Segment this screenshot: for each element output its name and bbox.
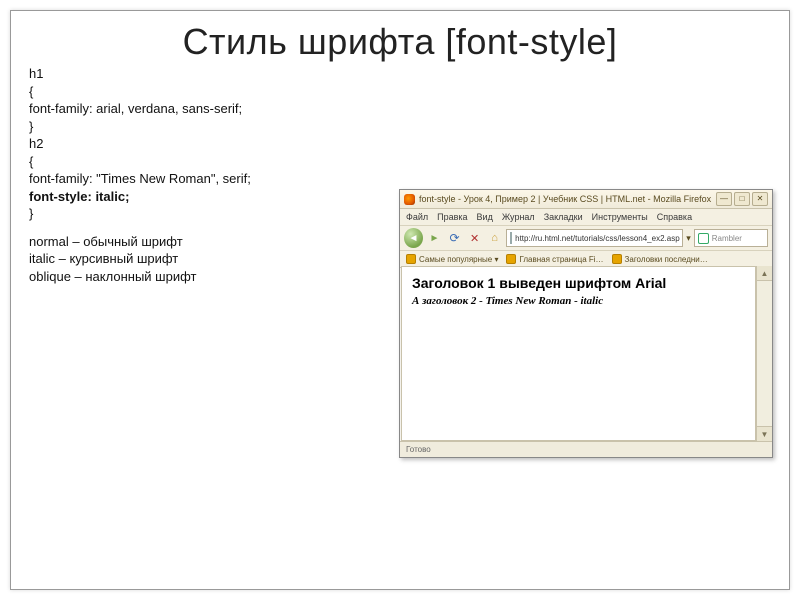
rendered-h1: Заголовок 1 выведен шрифтом Arial xyxy=(412,275,745,291)
menu-view[interactable]: Вид xyxy=(477,212,493,222)
search-box[interactable]: Rambler xyxy=(694,229,768,247)
slide-title: Стиль шрифта [font-style] xyxy=(11,21,789,63)
scroll-down-icon[interactable]: ▼ xyxy=(757,426,772,441)
bookmark-home[interactable]: Главная страница Fi… xyxy=(506,254,603,264)
search-engine-icon xyxy=(698,233,709,244)
code-line-bold: font-style: italic; xyxy=(29,189,129,204)
menu-edit[interactable]: Правка xyxy=(437,212,467,222)
page-icon xyxy=(510,232,512,244)
menubar: Файл Правка Вид Журнал Закладки Инструме… xyxy=(400,209,772,226)
statusbar: Готово xyxy=(400,441,772,457)
window-title: font-style - Урок 4, Пример 2 | Учебник … xyxy=(419,194,716,204)
browser-window: font-style - Урок 4, Пример 2 | Учебник … xyxy=(399,189,773,458)
menu-history[interactable]: Журнал xyxy=(502,212,535,222)
toolbar: ◄ ► ⟳ ✕ ⌂ http://ru.html.net/tutorials/c… xyxy=(400,226,772,251)
status-text: Готово xyxy=(406,445,431,454)
code-line: font-family: "Times New Roman", serif; xyxy=(29,171,251,186)
vertical-scrollbar[interactable]: ▲ ▼ xyxy=(756,266,772,441)
code-line: font-family: arial, verdana, sans-serif; xyxy=(29,101,242,116)
bookmark-popular[interactable]: Самые популярные ▾ xyxy=(406,254,498,264)
menu-tools[interactable]: Инструменты xyxy=(592,212,648,222)
reload-button[interactable]: ⟳ xyxy=(446,229,463,247)
home-button[interactable]: ⌂ xyxy=(486,229,503,247)
code-line: { xyxy=(29,84,33,99)
code-line: { xyxy=(29,154,33,169)
url-dropdown-icon[interactable]: ▾ xyxy=(686,233,691,244)
folder-icon xyxy=(406,254,416,264)
rss-icon xyxy=(612,254,622,264)
code-line: } xyxy=(29,206,33,221)
code-line: h2 xyxy=(29,136,43,151)
rendered-h2: А заголовок 2 - Times New Roman - italic xyxy=(412,295,745,307)
code-line: h1 xyxy=(29,66,43,81)
menu-bookmarks[interactable]: Закладки xyxy=(544,212,583,222)
slide: Стиль шрифта [font-style] h1 { font-fami… xyxy=(10,10,790,590)
bookmark-headlines[interactable]: Заголовки последни… xyxy=(612,254,708,264)
scroll-up-icon[interactable]: ▲ xyxy=(757,266,772,281)
url-text: http://ru.html.net/tutorials/css/lesson4… xyxy=(515,234,680,243)
page-viewport: Заголовок 1 выведен шрифтом Arial А заго… xyxy=(401,266,756,441)
code-line: } xyxy=(29,119,33,134)
menu-help[interactable]: Справка xyxy=(657,212,692,222)
titlebar: font-style - Урок 4, Пример 2 | Учебник … xyxy=(400,190,772,209)
menu-file[interactable]: Файл xyxy=(406,212,428,222)
minimize-button[interactable]: — xyxy=(716,192,732,206)
forward-button[interactable]: ► xyxy=(426,229,443,247)
address-bar[interactable]: http://ru.html.net/tutorials/css/lesson4… xyxy=(506,229,683,247)
search-placeholder: Rambler xyxy=(712,234,742,243)
firefox-icon xyxy=(404,194,415,205)
back-button[interactable]: ◄ xyxy=(404,228,423,248)
stop-button[interactable]: ✕ xyxy=(466,229,483,247)
page-icon xyxy=(506,254,516,264)
maximize-button[interactable]: □ xyxy=(734,192,750,206)
close-button[interactable]: ✕ xyxy=(752,192,768,206)
